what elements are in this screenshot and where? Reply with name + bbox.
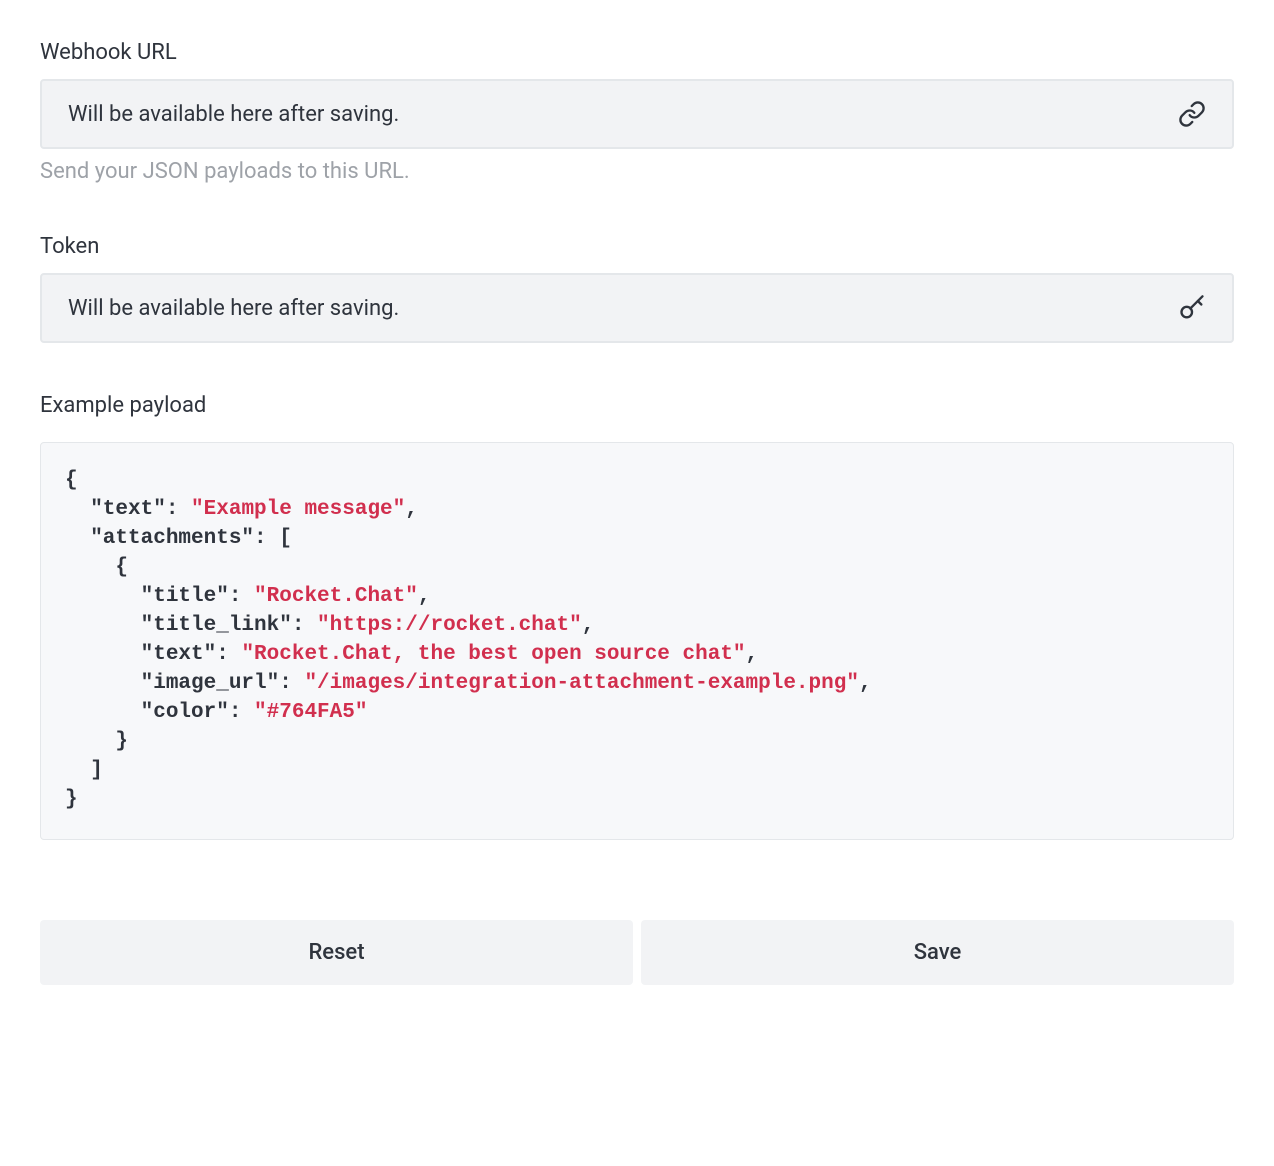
token-value: Will be available here after saving.	[68, 296, 1166, 321]
save-button[interactable]: Save	[641, 920, 1234, 985]
token-label: Token	[40, 234, 1234, 259]
button-row: Reset Save	[40, 920, 1234, 985]
example-payload-field: Example payload { "text": "Example messa…	[40, 393, 1234, 840]
key-icon	[1178, 294, 1206, 322]
token-field: Token Will be available here after savin…	[40, 234, 1234, 343]
webhook-url-value: Will be available here after saving.	[68, 102, 1166, 127]
webhook-url-help: Send your JSON payloads to this URL.	[40, 159, 1234, 184]
reset-button[interactable]: Reset	[40, 920, 633, 985]
token-box: Will be available here after saving.	[40, 273, 1234, 343]
webhook-url-field: Webhook URL Will be available here after…	[40, 40, 1234, 184]
example-payload-code: { "text": "Example message", "attachment…	[40, 442, 1234, 840]
webhook-url-box: Will be available here after saving.	[40, 79, 1234, 149]
link-icon	[1178, 100, 1206, 128]
example-payload-label: Example payload	[40, 393, 1234, 418]
webhook-url-label: Webhook URL	[40, 40, 1234, 65]
